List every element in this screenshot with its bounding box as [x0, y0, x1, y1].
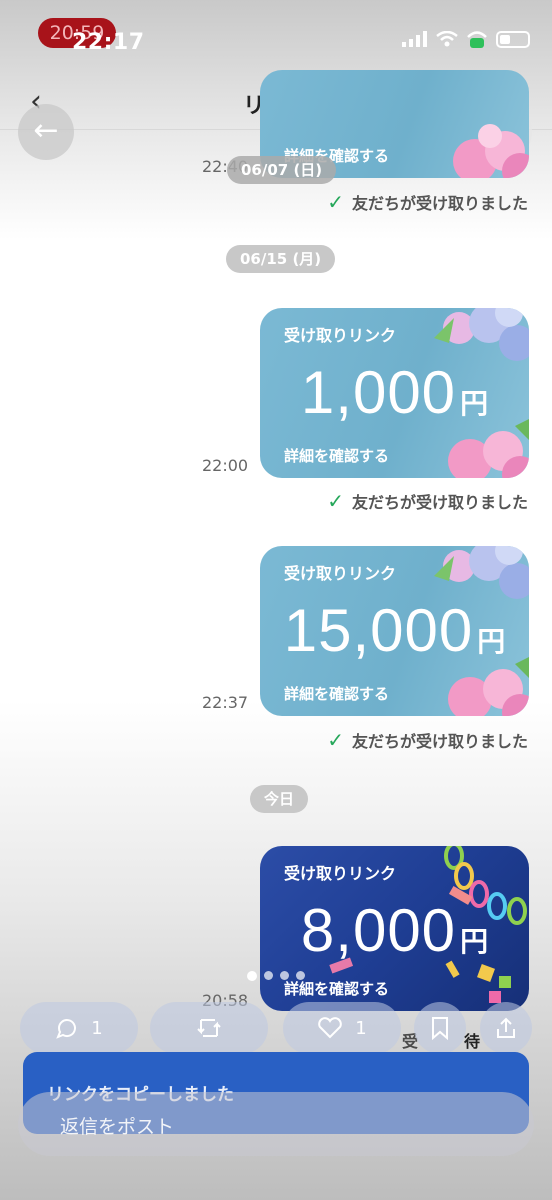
- hydrangea-decoration-icon: [453, 124, 529, 178]
- reply-count-button[interactable]: 1: [20, 1002, 138, 1054]
- received-label: 友だちが受け取りました: [351, 493, 528, 512]
- status-bar: 20:59 22:17: [0, 0, 552, 80]
- hydrangea-decoration-icon: [448, 419, 529, 478]
- share-button[interactable]: [480, 1002, 532, 1054]
- page-dot-active: [247, 971, 257, 981]
- wifi-icon: [436, 31, 458, 47]
- message-time: 22:00: [202, 456, 249, 475]
- check-icon: ✓: [327, 489, 344, 513]
- received-status: ✓ 友だちが受け取りました: [327, 190, 528, 214]
- confetti-decoration-icon: [329, 886, 473, 978]
- message-time: 22:37: [202, 693, 249, 712]
- battery-icon: [496, 30, 530, 48]
- hydrangea-decoration-icon: [434, 308, 529, 361]
- check-icon: ✓: [327, 190, 344, 214]
- payment-link-card[interactable]: 受け取りリンク 15,000円 詳細を確認する ›: [260, 546, 529, 716]
- hotspot-icon: [467, 31, 487, 48]
- status-clock: 22:17: [72, 30, 145, 55]
- page-dot: [264, 971, 273, 980]
- reply-input[interactable]: 返信をポスト: [18, 1092, 534, 1156]
- received-status: ✓ 友だちが受け取りました: [327, 489, 528, 513]
- like-count: 1: [355, 1017, 367, 1039]
- comment-icon: [56, 1019, 77, 1039]
- card-detail-link[interactable]: 詳細を確認する: [284, 445, 389, 466]
- comment-count: 1: [91, 1017, 103, 1039]
- repost-button[interactable]: [150, 1002, 268, 1054]
- signal-icon: [402, 31, 427, 47]
- date-separator: 06/07 (日): [227, 156, 337, 184]
- received-label: 友だちが受け取りました: [351, 732, 528, 751]
- reply-placeholder: 返信をポスト: [60, 1116, 175, 1138]
- page-indicator: [247, 971, 305, 981]
- hydrangea-decoration-icon: [434, 546, 529, 599]
- card-label: 受け取りリンク: [284, 326, 397, 345]
- bookmark-icon: [432, 1017, 448, 1040]
- card-label: 受け取りリンク: [284, 564, 397, 583]
- overlay-back-button[interactable]: ←: [18, 104, 74, 160]
- bookmark-button[interactable]: [414, 1002, 466, 1054]
- received-status: ✓ 友だちが受け取りました: [327, 728, 528, 752]
- received-label: 友だちが受け取りました: [351, 194, 528, 213]
- date-separator: 今日: [250, 785, 309, 813]
- screen: 20:59 22:17 ‹ リンク ? ← ••• 詳細を確: [0, 0, 552, 1200]
- repost-icon: [197, 1019, 221, 1037]
- page-dot: [280, 971, 289, 980]
- status-icons: [402, 30, 530, 48]
- partial-status-text: 待: [464, 1032, 481, 1051]
- page-dot: [296, 971, 305, 980]
- date-separator: 06/15 (月): [226, 245, 336, 273]
- payment-link-card[interactable]: 受け取りリンク 8,000 円 詳細を確認する: [260, 846, 529, 1011]
- like-button[interactable]: 1: [283, 1002, 401, 1054]
- payment-link-card[interactable]: 受け取りリンク 1,000円 詳細を確認する ›: [260, 308, 529, 478]
- card-detail-link[interactable]: 詳細を確認する: [284, 683, 389, 704]
- check-icon: ✓: [327, 728, 344, 752]
- hydrangea-decoration-icon: [448, 657, 529, 716]
- share-icon: [497, 1017, 515, 1038]
- heart-icon: [318, 1017, 343, 1039]
